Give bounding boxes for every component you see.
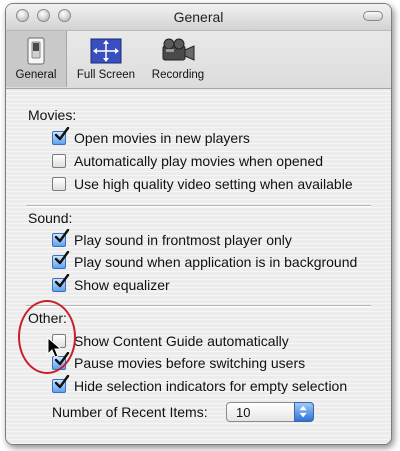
option-label: Show Content Guide automatically xyxy=(74,333,289,349)
option-label: Open movies in new players xyxy=(74,130,250,146)
fullscreen-arrows-icon xyxy=(90,38,122,64)
preferences-toolbar: General Full Screen Recording xyxy=(6,31,391,89)
checkmark-icon xyxy=(54,274,70,288)
section-separator xyxy=(26,205,371,207)
toolbar-toggle-button[interactable] xyxy=(363,11,383,21)
tab-general[interactable]: General xyxy=(6,31,67,87)
checkmark-icon xyxy=(54,229,70,243)
recent-items-label: Number of Recent Items: xyxy=(52,404,208,420)
tab-recording-label: Recording xyxy=(151,69,205,81)
checkbox-box[interactable] xyxy=(52,251,70,269)
recent-items-popup[interactable]: 10 xyxy=(226,402,314,422)
option-label: Show equalizer xyxy=(74,277,170,293)
tab-full-screen-label: Full Screen xyxy=(76,69,136,81)
option-label: Pause movies before switching users xyxy=(74,355,306,371)
camera-icon xyxy=(162,38,195,61)
option-label: Play sound when application is in backgr… xyxy=(74,254,358,270)
option-label: Use high quality video setting when avai… xyxy=(74,176,353,192)
option-label: Hide selection indicators for empty sele… xyxy=(74,378,348,394)
other-section-label: Other: xyxy=(28,310,67,326)
checkmark-icon xyxy=(54,251,70,265)
switch-icon xyxy=(27,37,45,65)
recent-items-value: 10 xyxy=(236,405,251,420)
checkbox-box[interactable] xyxy=(52,127,70,145)
preferences-window: General General Full Screen Recording Mo… xyxy=(5,3,392,445)
checkbox-box[interactable] xyxy=(52,177,66,191)
section-separator xyxy=(26,305,371,307)
tab-recording[interactable]: Recording xyxy=(144,31,212,87)
popup-arrows[interactable] xyxy=(294,402,314,422)
tab-full-screen[interactable]: Full Screen xyxy=(70,31,142,87)
option-label: Play sound in frontmost player only xyxy=(74,232,292,248)
checkmark-icon xyxy=(54,127,70,141)
checkbox-box[interactable] xyxy=(52,274,70,292)
general-pane: Movies: Open movies in new players Autom… xyxy=(6,89,391,444)
title-bar[interactable]: General xyxy=(6,4,391,31)
checkbox-box[interactable] xyxy=(52,375,70,393)
sound-section-label: Sound: xyxy=(28,210,73,226)
movies-section-label: Movies: xyxy=(28,107,77,123)
mouse-pointer-icon xyxy=(47,337,63,358)
up-down-arrows-icon xyxy=(299,405,307,418)
option-label: Automatically play movies when opened xyxy=(74,153,324,169)
checkbox-box[interactable] xyxy=(52,154,66,168)
window-title: General xyxy=(173,9,224,25)
checkbox-box[interactable] xyxy=(52,229,70,247)
tab-general-label: General xyxy=(15,69,57,81)
checkmark-icon xyxy=(54,375,70,389)
